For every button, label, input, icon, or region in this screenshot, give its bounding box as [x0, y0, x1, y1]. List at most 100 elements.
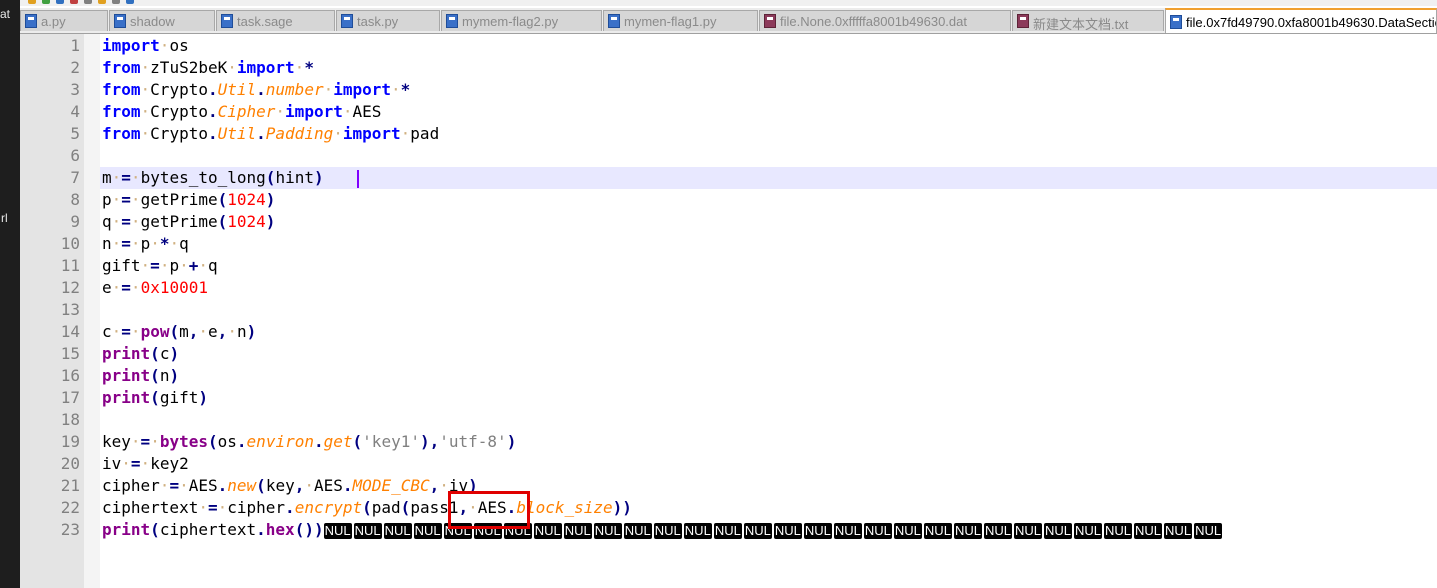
code-line[interactable]: from·zTuS2beK·import·* [102, 57, 314, 79]
code-line[interactable]: from·Crypto.Util.number·import·* [102, 79, 410, 101]
line-number: 2 [70, 58, 80, 77]
nul-marker: NUL [1194, 522, 1223, 539]
line-number: 16 [60, 366, 80, 385]
tab-a-py[interactable]: a.py [20, 10, 108, 31]
nul-marker: NUL [623, 522, 652, 539]
tab-mymen-flag1[interactable]: mymen-flag1.py [603, 10, 758, 31]
line-number: 15 [60, 344, 80, 363]
highlight-annotation-box [448, 491, 530, 529]
toolbar-icon[interactable] [70, 0, 78, 4]
left-sidebar-strip: at rl [0, 0, 20, 588]
nul-marker: NUL [563, 522, 592, 539]
code-line[interactable]: print(n) [102, 365, 179, 387]
line-number: 14 [60, 322, 80, 341]
toolbar-icon[interactable] [112, 0, 120, 4]
nul-marker: NUL [413, 522, 442, 539]
code-line[interactable]: from·Crypto.Util.Padding·import·pad [102, 123, 439, 145]
tab-label: a.py [41, 14, 66, 29]
code-line[interactable]: cipher·=·AES.new(key,·AES.MODE_CBC,·iv) [102, 475, 478, 497]
toolbar-icon[interactable] [126, 0, 134, 4]
nul-marker: NUL [593, 522, 622, 539]
nul-marker: NUL [743, 522, 772, 539]
nul-marker: NUL [833, 522, 862, 539]
code-line[interactable]: gift·=·p·+·q [102, 255, 218, 277]
nul-marker: NUL [1134, 522, 1163, 539]
nul-marker: NUL [863, 522, 892, 539]
line-number: 10 [60, 234, 80, 253]
tab-label: file.0x7fd49790.0xfa8001b49630.DataSecti… [1186, 15, 1437, 30]
code-line[interactable]: c·=·pow(m,·e,·n) [102, 321, 256, 343]
code-line[interactable]: key·=·bytes(os.environ.get('key1'),'utf-… [102, 431, 516, 453]
tab-label: task.sage [237, 14, 293, 29]
file-icon [446, 14, 458, 28]
nul-marker: NUL [683, 522, 712, 539]
file-icon [608, 14, 620, 28]
line-number: 17 [60, 388, 80, 407]
toolbar-icon[interactable] [56, 0, 64, 4]
toolbar-icon[interactable] [84, 0, 92, 4]
tab-new-text-doc[interactable]: 新建文本文档.txt [1012, 10, 1164, 31]
line-number: 1 [70, 36, 80, 55]
file-icon [221, 14, 233, 28]
nul-marker: NUL [323, 522, 352, 539]
code-line[interactable]: e·=·0x10001 [102, 277, 208, 299]
nul-marker: NUL [893, 522, 922, 539]
nul-marker: NUL [713, 522, 742, 539]
tab-task-py[interactable]: task.py [336, 10, 440, 31]
line-number: 6 [70, 146, 80, 165]
tab-label: shadow [130, 14, 175, 29]
nul-marker: NUL [533, 522, 562, 539]
code-line[interactable]: m·=·bytes_to_long(hint) [102, 167, 324, 189]
code-line[interactable]: import·os [102, 35, 189, 57]
line-number: 9 [70, 212, 80, 231]
nul-marker: NUL [803, 522, 832, 539]
toolbar-icon[interactable] [42, 0, 50, 4]
code-line[interactable]: print(c) [102, 343, 179, 365]
code-editor[interactable]: import·os from·zTuS2beK·import·* from·Cryp… [100, 34, 1437, 588]
file-icon [764, 14, 776, 28]
file-icon [1170, 15, 1182, 29]
tab-label: mymen-flag1.py [624, 14, 717, 29]
code-line[interactable]: p·=·getPrime(1024) [102, 189, 275, 211]
code-line[interactable]: iv·=·key2 [102, 453, 189, 475]
code-line[interactable]: print(ciphertext.hex())NUL NUL NUL NUL NUL NU… [102, 519, 1224, 541]
code-line[interactable]: ciphertext·=·cipher.encrypt(pad(pass1,·A… [102, 497, 632, 519]
toolbar-icon[interactable] [28, 0, 36, 4]
nul-marker: NUL [1104, 522, 1133, 539]
nul-marker: NUL [353, 522, 382, 539]
nul-marker: NUL [923, 522, 952, 539]
code-line[interactable]: from·Crypto.Cipher·import·AES [102, 101, 381, 123]
left-strip-text-top: at [0, 7, 11, 21]
tab-task-sage[interactable]: task.sage [216, 10, 335, 31]
line-number: 22 [60, 498, 80, 517]
tab-file-none-dat[interactable]: file.None.0xfffffa8001b49630.dat [759, 10, 1011, 31]
nul-marker: NUL [1164, 522, 1193, 539]
tab-data-section-active[interactable]: file.0x7fd49790.0xfa8001b49630.DataSecti… [1165, 8, 1437, 33]
line-number: 19 [60, 432, 80, 451]
line-number: 12 [60, 278, 80, 297]
line-number: 4 [70, 102, 80, 121]
line-number: 11 [60, 256, 80, 275]
tab-label: task.py [357, 14, 399, 29]
line-number: 21 [60, 476, 80, 495]
nul-marker: NUL [1013, 522, 1042, 539]
line-number: 8 [70, 190, 80, 209]
line-number: 20 [60, 454, 80, 473]
nul-marker: NUL [383, 522, 412, 539]
toolbar-icon[interactable] [98, 0, 106, 4]
code-line[interactable]: q·=·getPrime(1024) [102, 211, 275, 233]
file-icon [1017, 14, 1029, 28]
nul-marker: NUL [653, 522, 682, 539]
line-number: 23 [60, 520, 80, 539]
nul-marker: NUL [1043, 522, 1072, 539]
file-icon [114, 14, 126, 28]
tab-mymem-flag2[interactable]: mymem-flag2.py [441, 10, 602, 31]
left-strip-text-mid: rl [1, 211, 8, 225]
code-line[interactable]: n·=·p·*·q [102, 233, 189, 255]
line-number: 5 [70, 124, 80, 143]
code-line[interactable]: print(gift) [102, 387, 208, 409]
fold-margin[interactable] [84, 34, 100, 588]
tab-shadow[interactable]: shadow [109, 10, 215, 31]
tab-label: 新建文本文档.txt [1033, 17, 1129, 31]
line-number-gutter: 1 2 3 4 5 6 7 8 9 10 11 12 13 14 15 16 1… [20, 34, 84, 588]
